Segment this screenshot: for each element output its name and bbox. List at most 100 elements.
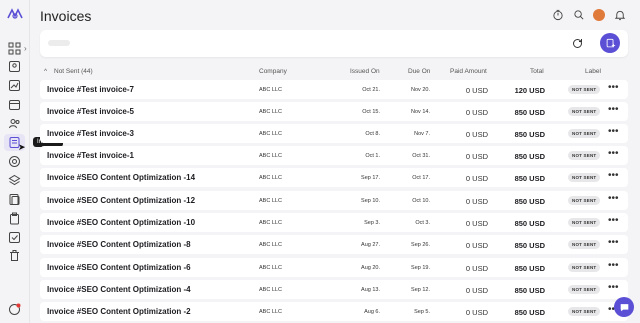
grid-icon[interactable] <box>8 42 21 55</box>
help-notification-icon[interactable] <box>8 303 21 316</box>
status-badge[interactable]: NOT SENT <box>568 85 601 94</box>
invoice-due-date: Nov 20. <box>411 87 430 93</box>
group-label[interactable]: Not Sent (44) <box>54 68 93 75</box>
status-badge[interactable]: NOT SENT <box>568 240 601 249</box>
more-options-icon[interactable]: ••• <box>608 282 619 293</box>
status-badge[interactable]: NOT SENT <box>568 151 601 160</box>
invoice-issued-date: Aug 20. <box>361 265 380 271</box>
invoice-issued-date: Aug 27. <box>361 242 380 248</box>
table-row[interactable]: Invoice #Test invoice-1 ABC LLC Oct 1. O… <box>40 146 628 165</box>
invoice-company: ABC LLC <box>259 265 282 271</box>
invoice-company: ABC LLC <box>259 309 282 315</box>
more-options-icon[interactable]: ••• <box>608 237 619 248</box>
table-row[interactable]: Invoice #SEO Content Optimization -6 ABC… <box>40 258 628 277</box>
more-options-icon[interactable]: ••• <box>608 193 619 204</box>
invoice-name[interactable]: Invoice #SEO Content Optimization -6 <box>47 263 191 272</box>
more-options-icon[interactable]: ••• <box>608 170 619 181</box>
more-options-icon[interactable]: ••• <box>608 82 619 93</box>
invoice-company: ABC LLC <box>259 153 282 159</box>
chat-button[interactable] <box>614 297 634 317</box>
more-options-icon[interactable]: ••• <box>608 104 619 115</box>
invoice-name[interactable]: Invoice #SEO Content Optimization -2 <box>47 307 191 316</box>
status-badge[interactable]: NOT SENT <box>568 196 601 205</box>
table-row[interactable]: Invoice #SEO Content Optimization -10 AB… <box>40 213 628 232</box>
column-label[interactable]: Label <box>585 68 601 75</box>
column-paid[interactable]: Paid Amount <box>450 68 487 75</box>
invoice-name[interactable]: Invoice #SEO Content Optimization -14 <box>47 173 195 182</box>
bell-icon[interactable] <box>613 8 626 21</box>
collapse-group-icon[interactable]: ^ <box>44 68 47 75</box>
contact-card-icon[interactable] <box>8 60 21 73</box>
invoice-issued-date: Sep 17. <box>361 175 380 181</box>
chat-icon <box>620 303 628 311</box>
column-company[interactable]: Company <box>259 68 287 75</box>
checklist-icon[interactable] <box>8 231 21 244</box>
more-options-icon[interactable]: ••• <box>608 148 619 159</box>
more-options-icon[interactable]: ••• <box>608 215 619 226</box>
trash-icon[interactable] <box>8 249 21 262</box>
search-input[interactable] <box>48 40 70 46</box>
invoice-name[interactable]: Invoice #SEO Content Optimization -12 <box>47 196 195 205</box>
invoice-paid-amount: 0 USD <box>465 264 488 273</box>
app-logo-icon[interactable] <box>6 6 24 22</box>
more-options-icon[interactable]: ••• <box>608 260 619 271</box>
status-badge[interactable]: NOT SENT <box>568 173 601 182</box>
status-badge[interactable]: NOT SENT <box>568 107 601 116</box>
invoice-total: 850 USD <box>514 308 545 317</box>
invoice-paid-amount: 0 USD <box>465 174 488 183</box>
calendar-icon[interactable] <box>8 98 21 111</box>
invoice-name[interactable]: Invoice #SEO Content Optimization -4 <box>47 285 191 294</box>
users-icon[interactable] <box>8 117 21 130</box>
search-bar[interactable] <box>40 30 628 57</box>
table-row[interactable]: Invoice #Test invoice-5 ABC LLC Oct 15. … <box>40 102 628 121</box>
more-options-icon[interactable]: ••• <box>608 126 619 137</box>
invoice-total: 850 USD <box>514 130 545 139</box>
invoice-name[interactable]: Invoice #Test invoice-1 <box>47 151 134 160</box>
table-row[interactable]: Invoice #SEO Content Optimization -8 ABC… <box>40 235 628 254</box>
invoice-due-date: Sep 19. <box>411 265 430 271</box>
invoice-paid-amount: 0 USD <box>465 86 488 95</box>
table-header: ^ Not Sent (44) Company Issued On Due On… <box>40 66 628 78</box>
invoice-name[interactable]: Invoice #Test invoice-5 <box>47 107 134 116</box>
status-badge[interactable]: NOT SENT <box>568 307 601 316</box>
column-total[interactable]: Total <box>530 68 544 75</box>
table-row[interactable]: Invoice #Test invoice-3 ABC LLC Oct 8. N… <box>40 124 628 143</box>
status-badge[interactable]: NOT SENT <box>568 218 601 227</box>
invoice-name[interactable]: Invoice #SEO Content Optimization -10 <box>47 218 195 227</box>
timer-icon[interactable] <box>551 8 564 21</box>
invoice-due-date: Sep 26. <box>411 242 430 248</box>
status-badge[interactable]: NOT SENT <box>568 129 601 138</box>
new-invoice-button[interactable] <box>600 33 620 53</box>
avatar[interactable] <box>593 8 605 21</box>
invoice-issued-date: Sep 3. <box>364 220 380 226</box>
table-row[interactable]: Invoice #SEO Content Optimization -4 ABC… <box>40 280 628 299</box>
sidebar: › <box>0 0 30 323</box>
invoice-name[interactable]: Invoice #Test invoice-7 <box>47 85 134 94</box>
table-row[interactable]: Invoice #SEO Content Optimization -2 ABC… <box>40 302 628 321</box>
invoice-due-date: Oct 31. <box>412 153 430 159</box>
invoice-total: 850 USD <box>514 264 545 273</box>
sync-icon[interactable] <box>571 37 584 50</box>
column-due[interactable]: Due On <box>408 68 430 75</box>
clipboard-icon[interactable] <box>8 212 21 225</box>
table-row[interactable]: Invoice #Test invoice-7 ABC LLC Oct 21. … <box>40 80 628 99</box>
documents-icon[interactable] <box>8 193 21 206</box>
chart-icon[interactable] <box>8 79 21 92</box>
invoice-issued-date: Aug 13. <box>361 287 380 293</box>
invoice-paid-amount: 0 USD <box>465 308 488 317</box>
table-row[interactable]: Invoice #SEO Content Optimization -12 AB… <box>40 191 628 210</box>
column-issued[interactable]: Issued On <box>350 68 380 75</box>
invoice-issued-date: Oct 21. <box>362 87 380 93</box>
invoice-name[interactable]: Invoice #SEO Content Optimization -8 <box>47 240 191 249</box>
invoice-due-date: Oct 17. <box>412 175 430 181</box>
invoice-total: 120 USD <box>514 86 545 95</box>
table-row[interactable]: Invoice #SEO Content Optimization -14 AB… <box>40 168 628 187</box>
target-icon[interactable] <box>8 155 21 168</box>
layers-icon[interactable] <box>8 174 21 187</box>
status-badge[interactable]: NOT SENT <box>568 263 601 272</box>
sidebar-expand-chevron-icon[interactable]: › <box>24 44 27 53</box>
status-badge[interactable]: NOT SENT <box>568 285 601 294</box>
invoice-name[interactable]: Invoice #Test invoice-3 <box>47 129 134 138</box>
search-icon[interactable] <box>572 8 585 21</box>
invoice-company: ABC LLC <box>259 175 282 181</box>
